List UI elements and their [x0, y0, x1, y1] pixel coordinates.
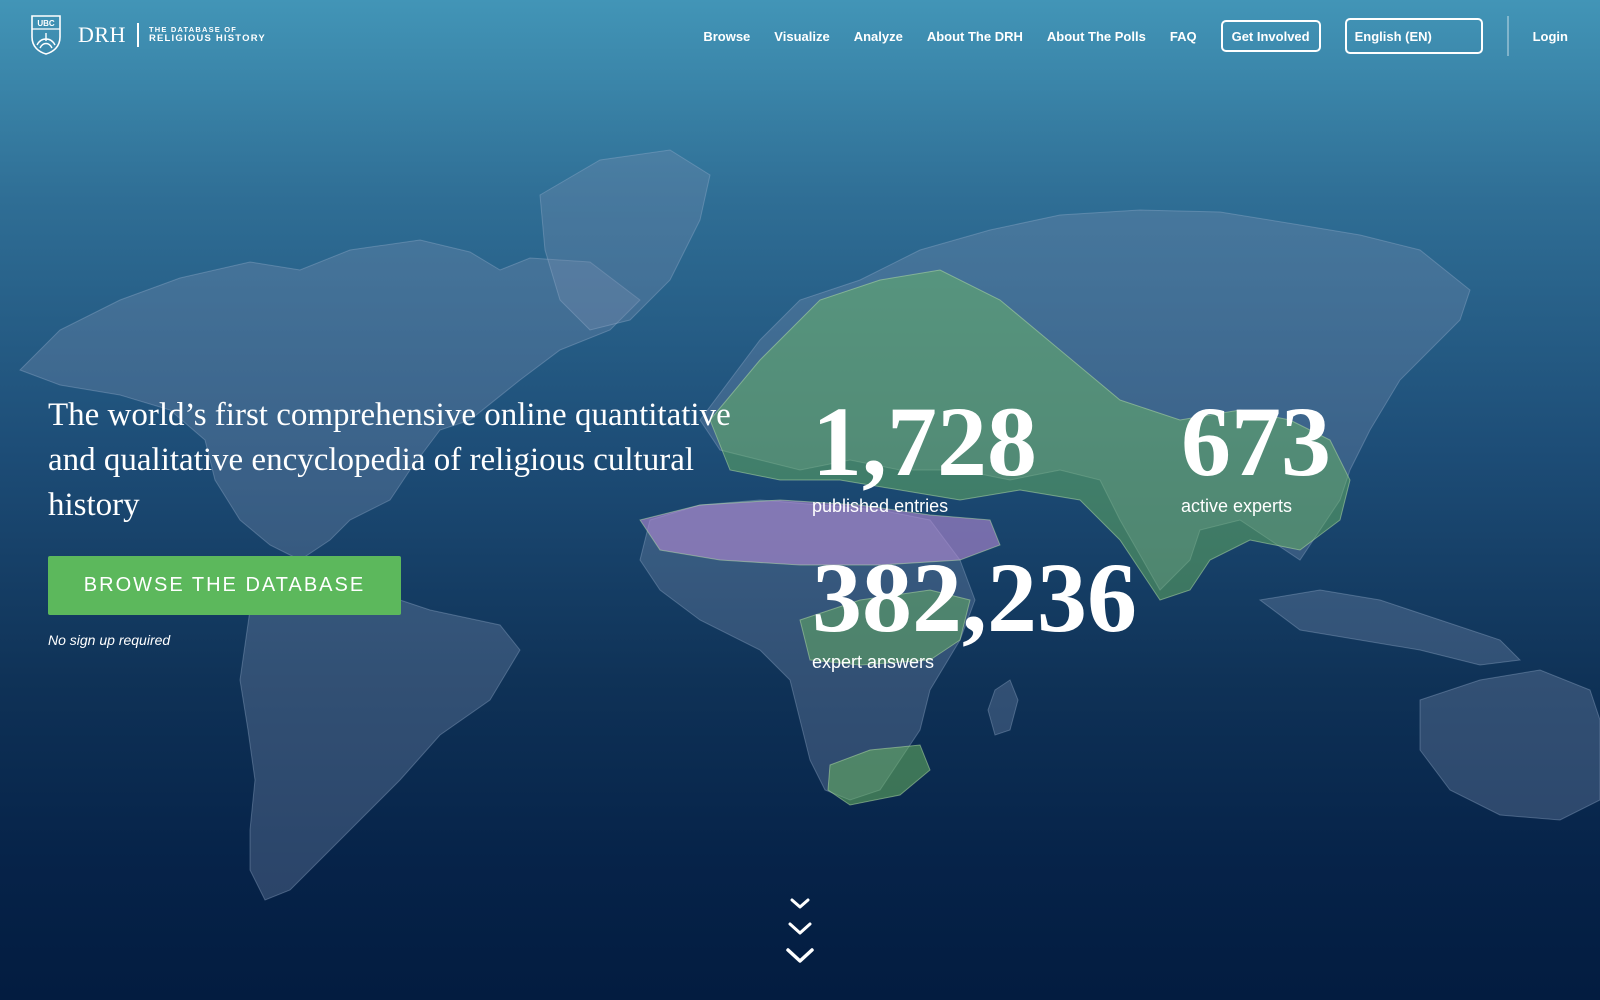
- nav-divider: [1506, 16, 1509, 56]
- logo-subtitle-line2: RELIGIOUS HISTORY: [148, 32, 266, 44]
- map-madagascar: [987, 679, 1019, 736]
- site-logo[interactable]: UBC DRH THE DATABASE OF RELIGIOUS HISTOR…: [31, 15, 266, 55]
- nav-about-polls[interactable]: About The Polls: [1047, 29, 1146, 44]
- nav-analyze[interactable]: Analyze: [854, 29, 903, 44]
- map-australia: [1419, 669, 1600, 821]
- logo-abbrev: DRH: [78, 22, 126, 47]
- ubc-crest-icon: UBC: [31, 15, 61, 55]
- stat-experts-label: active experts: [1181, 496, 1293, 516]
- stat-entries-value: 1,728: [812, 386, 1037, 497]
- logo-divider: [136, 23, 139, 47]
- login-link[interactable]: Login: [1533, 29, 1568, 44]
- site-header: UBC DRH THE DATABASE OF RELIGIOUS HISTOR…: [0, 0, 1600, 72]
- chevron-down-icon[interactable]: [785, 898, 815, 976]
- nav-faq[interactable]: FAQ: [1170, 29, 1197, 44]
- hero-heading: The world’s first comprehensive online q…: [48, 397, 731, 523]
- stat-entries-label: published entries: [812, 496, 949, 516]
- get-involved-button[interactable]: Get Involved: [1220, 20, 1321, 52]
- nav-browse[interactable]: Browse: [703, 29, 750, 44]
- stat-answers-label: expert answers: [812, 652, 935, 672]
- stat-expert-answers: 382,236 expert answers: [812, 548, 1137, 673]
- svg-text:UBC: UBC: [37, 19, 55, 28]
- no-signup-note: No sign up required: [48, 632, 171, 648]
- stat-active-experts: 673 active experts: [1181, 392, 1331, 517]
- map-greenland: [539, 149, 711, 331]
- stat-published-entries: 1,728 published entries: [812, 392, 1037, 517]
- language-select[interactable]: English (EN): [1344, 18, 1483, 54]
- stat-answers-value: 382,236: [812, 542, 1137, 653]
- map-se-asia: [1258, 589, 1522, 666]
- main-nav: Browse Visualize Analyze About The DRH A…: [703, 16, 1600, 56]
- stat-experts-value: 673: [1181, 386, 1331, 497]
- map-region-green-south-africa: [827, 744, 931, 806]
- logo-subtitle: THE DATABASE OF RELIGIOUS HISTORY: [149, 26, 266, 44]
- map-south-america: [239, 589, 521, 901]
- nav-about-drh[interactable]: About The DRH: [927, 29, 1023, 44]
- browse-database-button[interactable]: BROWSE THE DATABASE: [48, 556, 401, 615]
- nav-visualize[interactable]: Visualize: [774, 29, 829, 44]
